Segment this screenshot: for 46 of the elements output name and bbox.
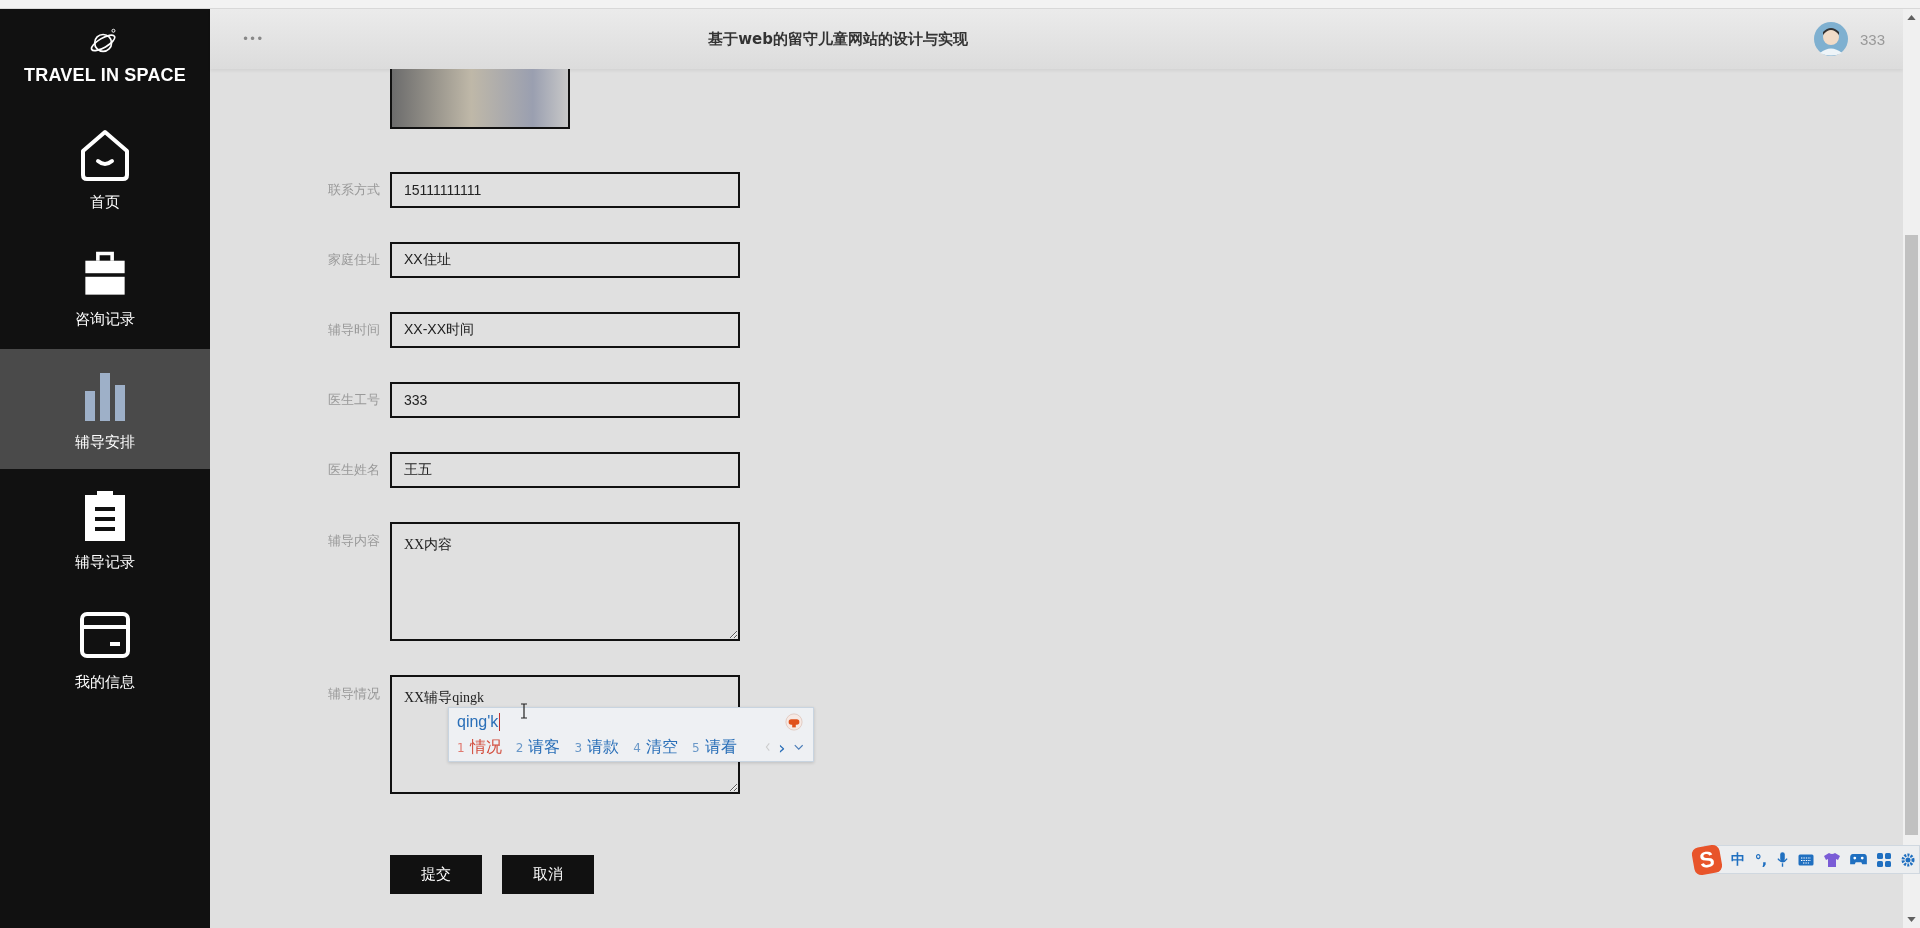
- nav-item[interactable]: 辅导记录: [0, 469, 210, 589]
- textarea-field[interactable]: XX内容: [390, 522, 740, 641]
- page-title: 基于web的留守儿童网站的设计与实现: [708, 29, 968, 49]
- input-field[interactable]: 15111111111: [390, 172, 740, 208]
- nav-item[interactable]: 辅导安排: [0, 349, 210, 469]
- nav-item[interactable]: 我的信息: [0, 589, 210, 709]
- text-cursor-icon: [520, 703, 528, 719]
- nav-item[interactable]: 咨询记录: [0, 229, 210, 349]
- ime-candidate[interactable]: 4 清空: [633, 736, 678, 758]
- gamepad-icon[interactable]: [1850, 853, 1867, 866]
- scroll-down-icon[interactable]: [1907, 917, 1916, 922]
- field-label: 辅导情况: [327, 685, 380, 703]
- field-label: 联系方式: [327, 181, 380, 199]
- ime-composition: qing'k: [457, 713, 501, 731]
- shirt-icon[interactable]: [1824, 852, 1840, 867]
- field-label: 辅导时间: [327, 321, 380, 339]
- avatar-icon[interactable]: [1813, 22, 1848, 56]
- logo-text: TRAVEL IN SPACE: [24, 65, 186, 86]
- grid-icon[interactable]: [1877, 852, 1891, 867]
- punctuation-toggle[interactable]: °,: [1754, 851, 1767, 868]
- next-page-button[interactable]: ›: [778, 736, 786, 758]
- scrollbar[interactable]: [1903, 9, 1920, 928]
- field-label: 辅导内容: [327, 532, 380, 550]
- keyboard-icon[interactable]: [1798, 853, 1814, 866]
- settings-icon[interactable]: [1901, 852, 1915, 867]
- ime-logo[interactable]: S: [1690, 843, 1723, 876]
- ime-candidate[interactable]: 3 请款: [574, 736, 620, 758]
- mascot-icon: [785, 713, 803, 731]
- field-label: 医生姓名: [327, 461, 380, 479]
- ime-mode-toggle[interactable]: 中: [1730, 850, 1745, 869]
- input-field[interactable]: 333: [390, 382, 740, 418]
- scrollbar-thumb[interactable]: [1905, 235, 1918, 835]
- chevron-down-icon[interactable]: [793, 743, 803, 751]
- input-field[interactable]: XX-XX时间: [390, 312, 740, 348]
- ime-candidate[interactable]: 1 情况: [457, 736, 502, 758]
- form-button[interactable]: 取消: [502, 855, 594, 894]
- ime-candidate[interactable]: 2 请客: [515, 736, 561, 758]
- form-button[interactable]: 提交: [390, 855, 482, 894]
- field-label: 家庭住址: [327, 251, 380, 269]
- microphone-icon[interactable]: [1777, 852, 1788, 867]
- scroll-up-icon[interactable]: [1907, 15, 1916, 20]
- nav-item[interactable]: 首页: [0, 109, 210, 229]
- input-field[interactable]: 王五: [390, 452, 740, 488]
- input-field[interactable]: XX住址: [390, 242, 740, 278]
- field-label: 医生工号: [327, 391, 380, 409]
- ime-candidate[interactable]: 5 请看: [691, 736, 737, 758]
